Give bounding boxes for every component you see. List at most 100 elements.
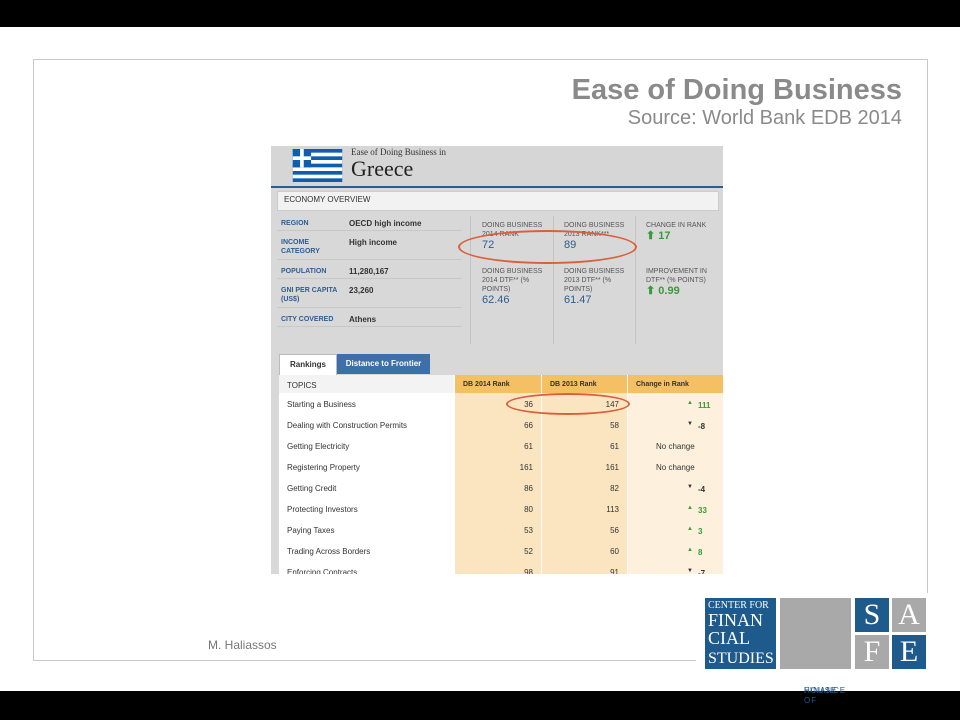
- change-cell: No change: [628, 435, 723, 456]
- overview-row: INCOME CATEGORY High income: [277, 235, 462, 260]
- metric-value: 62.46: [482, 294, 510, 306]
- header-label: DB 2014 Rank: [463, 381, 510, 388]
- rank-2014-cell: 86: [455, 477, 541, 498]
- rank-2013-cell: 113: [542, 498, 627, 519]
- rank-2013-value: 91: [610, 568, 619, 574]
- topic-label: Paying Taxes: [287, 526, 335, 535]
- metric-value: ⬆ 17: [646, 230, 714, 242]
- rank-2014-value: 98: [524, 568, 533, 574]
- topic-cell: Enforcing Contracts: [279, 561, 454, 574]
- safe-letter: S: [855, 598, 889, 632]
- change-value: 111: [698, 401, 711, 410]
- metric-value-text: 0.99: [658, 285, 680, 297]
- logo-text: STUDIES: [708, 650, 774, 667]
- change-in-rank-metric: CHANGE IN RANK ⬆ 17: [646, 221, 714, 242]
- table-row: Enforcing Contracts 98 91 ▼ -7: [279, 561, 723, 574]
- header-cell: DB 2014 Rank: [455, 375, 541, 393]
- rank-2013-value: 56: [610, 526, 619, 535]
- topic-cell: Paying Taxes: [279, 519, 454, 541]
- overview-key: GNI PER CAPITA (US$): [281, 287, 338, 303]
- rank-2014-cell: 66: [455, 414, 541, 435]
- rank-2014-cell: 161: [455, 456, 541, 477]
- rank-2013-value: 60: [610, 547, 619, 556]
- header-divider: [271, 186, 723, 188]
- economy-overview-bar: ECONOMY OVERVIEW: [277, 191, 719, 211]
- header-label: DB 2013 Rank: [550, 381, 597, 388]
- house-of-finance-logo: HOUSE OF FINANCE: [780, 598, 851, 705]
- author-name: M. Haliassos: [208, 638, 277, 652]
- topic-cell: Getting Credit: [279, 477, 454, 499]
- change-value: 8: [698, 548, 703, 557]
- center-for-financial-studies-logo: CENTER FOR FINAN CIAL STUDIES: [705, 598, 776, 669]
- world-bank-screenshot: Ease of Doing Business in Greece ECONOMY…: [271, 146, 723, 574]
- arrow-down-icon: ▼: [687, 484, 693, 490]
- metric-divider: [470, 216, 471, 344]
- overview-value: 23,260: [349, 286, 374, 295]
- rank-2014-value: 66: [524, 421, 533, 430]
- rank-2014-value: 53: [524, 526, 533, 535]
- change-value: 33: [698, 506, 707, 515]
- topic-cell: Registering Property: [279, 456, 454, 478]
- tab-rankings[interactable]: Rankings: [279, 354, 337, 375]
- table-row: Getting Credit 86 82 ▼ -4: [279, 477, 723, 499]
- slide: Ease of Doing Business Source: World Ban…: [0, 27, 960, 705]
- change-cell: ▲ 33: [628, 498, 723, 519]
- overview-value: 11,280,167: [349, 267, 389, 276]
- change-cell: ▼ -4: [628, 477, 723, 498]
- overview-list: REGION OECD high income INCOME CATEGORY …: [277, 216, 462, 331]
- arrow-up-icon: ⬆: [646, 285, 656, 297]
- rank-2013-value: 161: [605, 463, 619, 472]
- topic-cell: Dealing with Construction Permits: [279, 414, 454, 436]
- overview-row: POPULATION 11,280,167: [277, 264, 462, 279]
- topic-label: Getting Electricity: [287, 442, 350, 451]
- rank-2014-cell: 80: [455, 498, 541, 519]
- rank-2013-cell: 56: [542, 519, 627, 540]
- topic-label: Registering Property: [287, 463, 360, 472]
- metric-value-text: 17: [658, 230, 671, 242]
- rankings-table: TOPICS DB 2014 Rank DB 2013 Rank Change …: [279, 375, 723, 574]
- header-cell: Change in Rank: [628, 375, 723, 393]
- logo-text-line: FINANCE: [804, 686, 847, 695]
- arrow-up-icon: ▲: [687, 547, 693, 553]
- rank-2013-cell: 60: [542, 540, 627, 561]
- greece-flag-icon: [292, 149, 343, 182]
- rank-2013-value: 58: [610, 421, 619, 430]
- country-header: Ease of Doing Business in Greece: [271, 146, 723, 186]
- topic-cell: Trading Across Borders: [279, 540, 454, 562]
- rank-2013-cell: 82: [542, 477, 627, 498]
- tab-distance-to-frontier[interactable]: Distance to Frontier: [337, 354, 430, 374]
- dtf2014-metric: DOING BUSINESS 2014 DTF** (% POINTS) 62.…: [482, 267, 547, 306]
- rank-2014-cell: 52: [455, 540, 541, 561]
- rank-2014-value: 61: [524, 442, 533, 451]
- change-value: No change: [656, 463, 695, 472]
- rank-2013-value: 61: [610, 442, 619, 451]
- rank-2013-cell: 91: [542, 561, 627, 574]
- topic-cell: Starting a Business: [279, 393, 454, 415]
- change-cell: ▼ -8: [628, 414, 723, 435]
- overview-key: CITY COVERED: [281, 316, 334, 323]
- dtf2013-metric: DOING BUSINESS 2013 DTF** (% POINTS) 61.…: [564, 267, 632, 306]
- arrow-up-icon: ⬆: [646, 230, 656, 242]
- change-cell: No change: [628, 456, 723, 477]
- change-value: No change: [656, 442, 695, 451]
- rank-2014-value: 161: [519, 463, 533, 472]
- table-body: Starting a Business 36 147 ▲ 111 Dealing with…: [279, 393, 723, 574]
- table-row: Getting Electricity 61 61 No change: [279, 435, 723, 457]
- table-row: Dealing with Construction Permits 66 58 ▼ -8: [279, 414, 723, 436]
- metric-value: 61.47: [564, 294, 592, 306]
- rank-2013-cell: 61: [542, 435, 627, 456]
- country-name: Greece: [351, 156, 414, 181]
- header-cell: DB 2013 Rank: [542, 375, 627, 393]
- topic-label: Trading Across Borders: [287, 547, 371, 556]
- rank-2014-value: 80: [524, 505, 533, 514]
- table-row: Starting a Business 36 147 ▲ 111: [279, 393, 723, 415]
- metric-label: IMPROVEMENT IN DTF** (% POINTS): [646, 268, 707, 284]
- change-value: -7: [698, 569, 706, 574]
- rank-2013-cell: 58: [542, 414, 627, 435]
- metric-label: CHANGE IN RANK: [646, 222, 707, 229]
- topic-cell: Protecting Investors: [279, 498, 454, 520]
- safe-letter: F: [855, 635, 889, 669]
- safe-logo: CENTER FOR FINAN CIAL STUDIES HOUSE OF FI…: [696, 593, 928, 705]
- slide-subtitle: Source: World Bank EDB 2014: [627, 107, 902, 129]
- change-value: -8: [698, 422, 706, 431]
